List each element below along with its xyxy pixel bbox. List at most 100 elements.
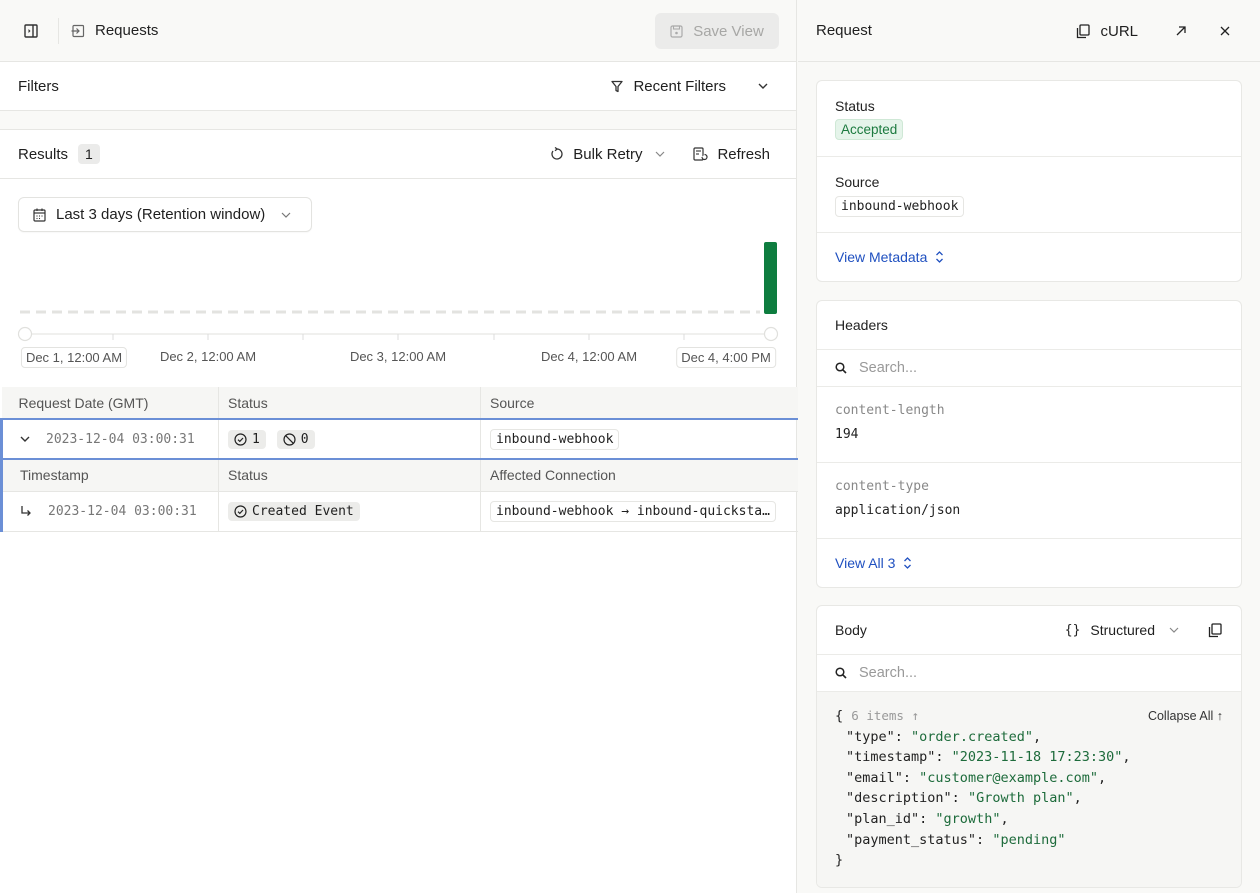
calendar-icon	[33, 208, 46, 222]
toggle-sidebar-button[interactable]	[16, 16, 46, 46]
requests-panel: Requests Save View Filters Recent Filter…	[0, 0, 800, 893]
search-icon	[835, 362, 847, 374]
json-close-brace: }	[835, 852, 844, 869]
chevron-down-icon	[758, 83, 768, 89]
copy-icon	[1208, 622, 1222, 637]
json-value: "customer@example.com"	[919, 769, 1098, 786]
timeline-tick-label: Dec 2, 12:00 AM	[159, 349, 257, 364]
view-all-headers-link[interactable]: View All 3	[835, 555, 912, 571]
connection-chip[interactable]: inbound-webhook → inbound-quicksta…	[490, 500, 776, 522]
table-row[interactable]: 2023-12-04 03:00:31 1 0 inbound-webhook	[0, 418, 800, 460]
save-icon	[670, 24, 683, 38]
header-item: content-type application/json	[817, 463, 1241, 539]
close-button[interactable]	[1210, 16, 1240, 46]
refresh-label: Refresh	[717, 145, 770, 163]
json-key: "email"	[846, 769, 903, 786]
search-icon	[835, 667, 847, 679]
chevron-up-down-icon	[936, 251, 944, 263]
timeline-tick-label: Dec 3, 12:00 AM	[349, 349, 447, 364]
braces-icon: {}	[1064, 622, 1081, 638]
chevron-down-icon[interactable]	[20, 436, 30, 442]
event-status-chip: Created Event	[228, 501, 360, 521]
request-date: 2023-12-04 03:00:31	[46, 431, 195, 447]
json-field: "email": "customer@example.com",	[846, 769, 1107, 786]
date-range-label: Last 3 days (Retention window)	[56, 206, 266, 223]
json-value: "growth"	[935, 810, 1001, 827]
headers-search-input[interactable]: Search...	[859, 360, 917, 376]
filter-icon	[611, 80, 624, 92]
column-header: Source	[480, 387, 799, 420]
event-timestamp: 2023-12-04 03:00:31	[48, 503, 197, 519]
json-field: "payment_status": "pending"	[846, 831, 1066, 848]
body-title: Body	[835, 622, 867, 638]
detail-header: Request cURL	[798, 0, 1260, 62]
timeline-start-label[interactable]: Dec 1, 12:00 AM	[20, 347, 128, 368]
json-key: "timestamp"	[846, 749, 936, 766]
sub-table-header: Timestamp Status Affected Connection	[0, 459, 799, 492]
chevron-down-icon	[1169, 627, 1179, 633]
check-circle-icon	[234, 504, 247, 518]
body-search[interactable]: Search...	[817, 655, 1241, 692]
copy-icon	[1077, 23, 1091, 38]
collapse-all-button[interactable]: Collapse All ↑	[1148, 706, 1223, 727]
refresh-button[interactable]: Refresh	[693, 146, 770, 163]
chevron-down-icon	[656, 151, 665, 157]
timeline-tick-label: Dec 4, 12:00 AM	[540, 349, 638, 364]
source-label: Source	[835, 174, 880, 190]
timeline-bar	[764, 242, 777, 314]
bulk-retry-button[interactable]: Bulk Retry	[550, 146, 665, 163]
curl-label: cURL	[1100, 22, 1138, 40]
page-title: Requests	[95, 22, 159, 39]
ban-icon	[283, 432, 296, 446]
results-bar: Results 1 Bulk Retry Refresh	[0, 130, 796, 179]
refresh-icon	[693, 146, 709, 161]
json-fields: "type": "order.created", "timestamp": "20…	[835, 727, 1223, 851]
json-value: "pending"	[992, 831, 1066, 848]
accepted-count-chip: 1	[228, 429, 266, 449]
range-start-handle[interactable]	[17, 326, 33, 342]
chevron-down-icon	[281, 212, 291, 218]
date-range-dropdown[interactable]: Last 3 days (Retention window)	[18, 197, 312, 232]
column-header: Status	[218, 459, 481, 492]
request-summary-card: Status Accepted Source inbound-webhook V…	[816, 80, 1242, 282]
range-end-handle[interactable]	[763, 326, 779, 342]
json-key: "payment_status"	[846, 831, 977, 848]
source-chip: inbound-webhook	[490, 428, 620, 450]
requests-table: Request Date (GMT) Status Source 2023-12…	[0, 387, 800, 532]
json-key: "description"	[846, 790, 952, 807]
timeline-end-label[interactable]: Dec 4, 4:00 PM	[676, 347, 776, 368]
json-field: "plan_id": "growth",	[846, 810, 1009, 827]
event-row[interactable]: 2023-12-04 03:00:31 Created Event inboun…	[0, 491, 799, 532]
body-search-input[interactable]: Search...	[859, 665, 917, 681]
column-header: Status	[218, 387, 481, 420]
copy-curl-button[interactable]: cURL	[1076, 23, 1138, 40]
column-header: Affected Connection	[480, 459, 799, 492]
timeline-histogram: Last 3 days (Retention window) Dec 1, 12…	[0, 179, 796, 387]
request-detail-panel: Request cURL Status Accepted Source inbo…	[798, 0, 1260, 893]
items-count-toggle[interactable]: 6 items ↑	[851, 708, 919, 723]
status-badge: Accepted	[835, 119, 904, 140]
retry-icon	[551, 147, 563, 160]
results-label: Results	[18, 145, 69, 163]
detail-title: Request	[816, 22, 872, 39]
open-external-button[interactable]	[1166, 16, 1196, 46]
body-mode-dropdown[interactable]: {} Structured	[1065, 622, 1179, 638]
filters-label: Filters	[18, 77, 59, 95]
json-value: "order.created"	[911, 728, 1033, 745]
json-field: "description": "Growth plan",	[846, 790, 1082, 807]
save-view-button[interactable]: Save View	[655, 13, 779, 49]
body-card: Body {} Structured Search... { 6 items ↑…	[816, 605, 1242, 888]
json-field: "timestamp": "2023-11-18 17:23:30",	[846, 749, 1131, 766]
sub-arrow-icon	[21, 506, 31, 516]
copy-body-button[interactable]	[1207, 615, 1223, 645]
headers-search[interactable]: Search...	[817, 350, 1241, 387]
requests-icon	[71, 24, 85, 37]
arrow-up-right-icon	[1176, 26, 1186, 36]
recent-filters-dropdown[interactable]: Recent Filters	[611, 78, 768, 95]
json-key: "type"	[846, 728, 895, 745]
view-metadata-link[interactable]: View Metadata	[835, 249, 944, 265]
breadcrumb: Requests	[71, 22, 158, 39]
json-viewer: { 6 items ↑ Collapse All ↑ "type": "orde…	[817, 692, 1241, 887]
recent-filters-label: Recent Filters	[633, 77, 726, 95]
close-icon	[1220, 26, 1230, 36]
